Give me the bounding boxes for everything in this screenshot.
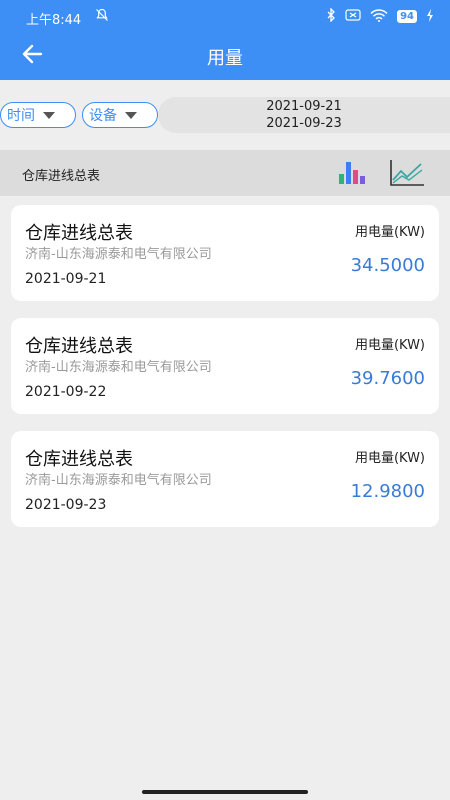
record-company: 济南-山东海源泰和电气有限公司	[25, 473, 212, 488]
caret-down-icon	[43, 111, 55, 119]
record-date: 2021-09-22	[25, 384, 107, 400]
line-chart-icon	[390, 160, 424, 186]
time-filter-dropdown[interactable]: 时间	[0, 102, 76, 128]
charging-icon	[426, 8, 434, 25]
record-company: 济南-山东海源泰和电气有限公司	[25, 360, 212, 375]
record-date: 2021-09-21	[25, 271, 107, 287]
record-card[interactable]: 仓库进线总表 济南-山东海源泰和电气有限公司 2021-09-21 用电量(KW…	[11, 205, 439, 301]
home-indicator[interactable]	[142, 790, 308, 794]
record-value: 39.7600	[350, 368, 425, 389]
date-start: 2021-09-21	[266, 99, 342, 114]
record-value: 34.5000	[350, 255, 425, 276]
page-title: 用量	[207, 48, 243, 69]
sim-icon	[345, 9, 361, 24]
date-range-selector[interactable]: 2021-09-21 2021-09-23	[158, 97, 450, 133]
status-icons: 94	[326, 7, 434, 25]
app-header: 上午8:44 94 用量	[0, 0, 450, 80]
record-unit-label: 用电量(KW)	[354, 451, 425, 466]
caret-down-icon	[125, 111, 137, 119]
wifi-icon	[370, 8, 388, 25]
section-header: 仓库进线总表	[0, 150, 450, 196]
bar-chart-button[interactable]	[336, 160, 370, 186]
filter-bar: 时间 设备 2021-09-21 2021-09-23	[0, 80, 450, 150]
record-value: 12.9800	[350, 481, 425, 502]
device-filter-label: 设备	[89, 108, 117, 124]
record-name: 仓库进线总表	[25, 336, 133, 357]
record-name: 仓库进线总表	[25, 223, 133, 244]
device-filter-dropdown[interactable]: 设备	[82, 102, 158, 128]
battery-level: 94	[397, 10, 417, 23]
status-bar: 上午8:44 94	[0, 0, 450, 34]
record-company: 济南-山东海源泰和电气有限公司	[25, 247, 212, 262]
bell-muted-icon	[95, 8, 109, 26]
bluetooth-icon	[326, 7, 336, 25]
status-time: 上午8:44	[26, 13, 82, 28]
time-filter-label: 时间	[7, 108, 35, 124]
record-card[interactable]: 仓库进线总表 济南-山东海源泰和电气有限公司 2021-09-23 用电量(KW…	[11, 431, 439, 527]
date-end: 2021-09-23	[266, 116, 342, 131]
record-unit-label: 用电量(KW)	[354, 225, 425, 240]
section-title: 仓库进线总表	[22, 169, 101, 184]
bar-chart-icon	[339, 162, 365, 184]
line-chart-button[interactable]	[388, 158, 426, 188]
record-unit-label: 用电量(KW)	[354, 338, 425, 353]
record-date: 2021-09-23	[25, 497, 107, 513]
record-card[interactable]: 仓库进线总表 济南-山东海源泰和电气有限公司 2021-09-22 用电量(KW…	[11, 318, 439, 414]
record-name: 仓库进线总表	[25, 449, 133, 470]
